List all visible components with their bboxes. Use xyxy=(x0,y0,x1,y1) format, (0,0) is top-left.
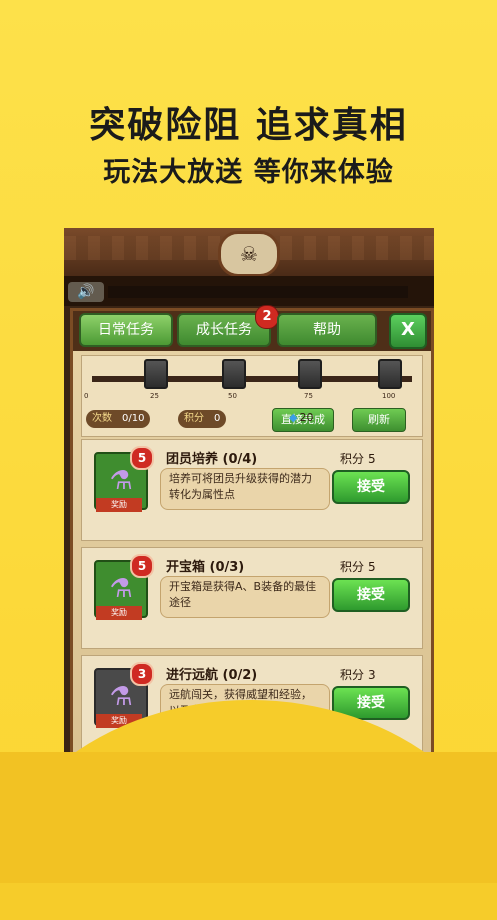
accept-button[interactable]: 接受 xyxy=(332,470,410,504)
progress-section: 0 25 50 75 100 次数 0/10 积分 0 直接完成 刷新 xyxy=(81,355,423,437)
tab-help[interactable]: 帮助 xyxy=(277,313,377,347)
score-label: 积分 xyxy=(340,560,365,574)
notification-badge: 2 xyxy=(255,305,279,329)
points-pill: 积分 0 xyxy=(178,410,227,428)
task-title: 进行远航 (0/2) xyxy=(166,668,258,683)
chest-icon[interactable] xyxy=(298,359,322,389)
score-value: 5 xyxy=(368,452,376,466)
score-label: 积分 xyxy=(340,668,365,682)
score-value: 5 xyxy=(368,560,376,574)
tab-label: 日常任务 xyxy=(98,322,154,338)
score-label: 积分 xyxy=(340,452,365,466)
tab-label: 成长任务 xyxy=(196,322,252,338)
count-pill: 次数 0/10 xyxy=(86,410,151,428)
refresh-button[interactable]: 刷新 xyxy=(352,408,406,432)
dark-bar xyxy=(108,286,408,298)
tick-label: 0 xyxy=(84,392,89,400)
level-badge: 5 xyxy=(130,446,154,470)
skull-emblem-icon: ☠ xyxy=(218,231,280,277)
task-title: 开宝箱 (0/3) xyxy=(166,560,245,575)
tab-label: 帮助 xyxy=(313,322,341,338)
headline-secondary: 玩法大放送 等你来体验 xyxy=(103,157,394,188)
task-title: 团员培养 (0/4) xyxy=(166,452,258,467)
level-badge: 5 xyxy=(130,554,154,578)
tab-daily-tasks[interactable]: 日常任务 xyxy=(79,313,173,347)
tab-bar: 日常任务 成长任务 2 帮助 X xyxy=(73,305,431,351)
speaker-icon[interactable]: 🔊 xyxy=(68,282,104,302)
diamond-icon: ◆ xyxy=(289,411,298,424)
tick-label: 25 xyxy=(150,392,159,400)
chest-icon[interactable] xyxy=(222,359,246,389)
task-description: 培养可将团员升级获得的潜力转化为属性点 xyxy=(160,468,330,510)
count-label: 次数 xyxy=(92,413,112,424)
chest-icon[interactable] xyxy=(144,359,168,389)
task-score: 积分 5 xyxy=(336,558,376,575)
tick-label: 50 xyxy=(228,392,237,400)
gem-value: 20 xyxy=(299,411,314,424)
close-button[interactable]: X xyxy=(389,313,427,349)
reward-tag: 奖励 xyxy=(96,606,142,620)
task-description: 开宝箱是获得A、B装备的最佳途径 xyxy=(160,576,330,618)
chest-icon[interactable] xyxy=(378,359,402,389)
count-value: 0/10 xyxy=(122,413,145,424)
points-label: 积分 xyxy=(184,413,204,424)
points-value: 0 xyxy=(214,413,221,424)
task-card: ⚗ 奖励 5 团员培养 (0/4) 培养可将团员升级获得的潜力转化为属性点 积分… xyxy=(81,439,423,541)
task-score: 积分 5 xyxy=(336,450,376,467)
level-badge: 3 xyxy=(130,662,154,686)
decorative-wave-base xyxy=(0,752,497,883)
task-card: ⚗ 奖励 5 开宝箱 (0/3) 开宝箱是获得A、B装备的最佳途径 积分 5 接受 xyxy=(81,547,423,649)
reward-tag: 奖励 xyxy=(96,498,142,512)
tick-label: 75 xyxy=(304,392,313,400)
accept-button[interactable]: 接受 xyxy=(332,578,410,612)
progress-track xyxy=(92,376,412,382)
tick-label: 100 xyxy=(382,392,396,400)
task-score: 积分 3 xyxy=(336,666,376,683)
score-value: 3 xyxy=(368,668,376,682)
headline-primary: 突破险阻 追求真相 xyxy=(89,105,408,146)
tab-growth-tasks[interactable]: 成长任务 2 xyxy=(177,305,279,347)
gem-reward: ◆ 20 xyxy=(289,411,313,424)
